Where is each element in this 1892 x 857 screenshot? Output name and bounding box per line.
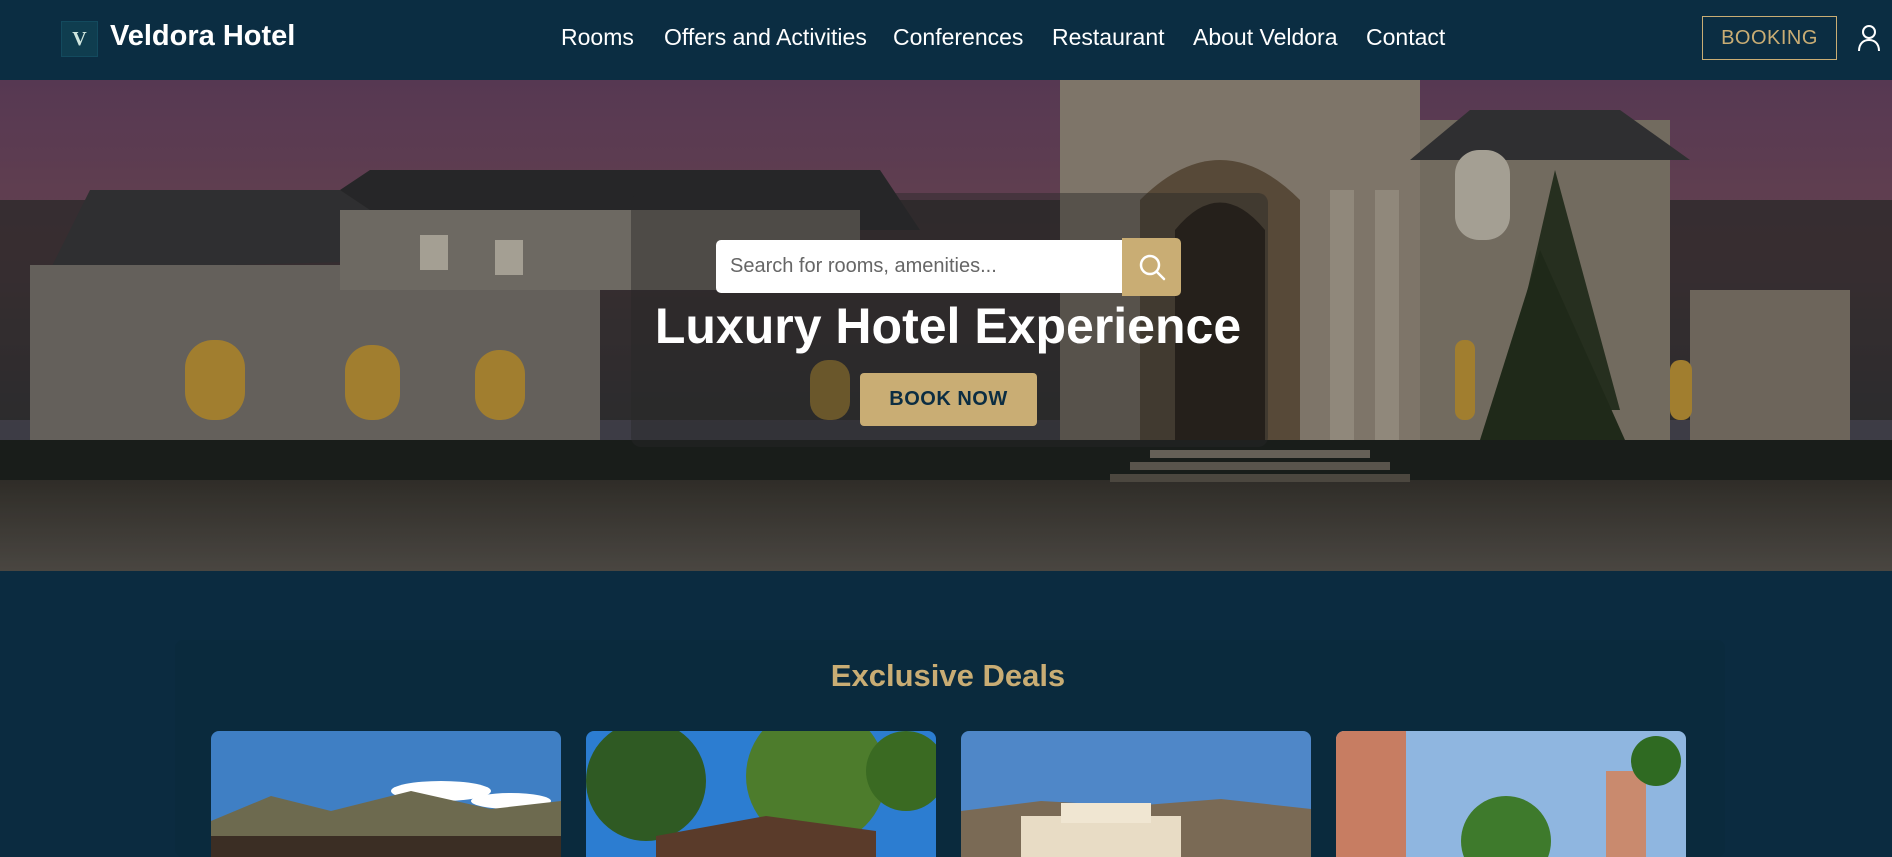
deal-card-3[interactable] [961, 731, 1311, 857]
search-icon [1139, 254, 1165, 281]
user-icon[interactable] [1857, 24, 1881, 52]
main-nav: Rooms Offers and Activities Conferences … [0, 24, 1892, 54]
site-header: V Veldora Hotel Rooms Offers and Activit… [0, 0, 1892, 80]
deal-image-mountains [211, 731, 561, 857]
nav-conferences[interactable]: Conferences [893, 24, 1023, 51]
book-now-button[interactable]: BOOK NOW [860, 373, 1037, 426]
nav-rooms[interactable]: Rooms [561, 24, 634, 51]
nav-offers-and-activities[interactable]: Offers and Activities [664, 24, 867, 51]
deals-title: Exclusive Deals [830, 658, 1066, 693]
search-button[interactable] [1122, 238, 1181, 296]
deal-image-tropical [586, 731, 936, 857]
nav-restaurant[interactable]: Restaurant [1052, 24, 1165, 51]
search-input[interactable] [716, 240, 1122, 293]
deal-card-2[interactable] [586, 731, 936, 857]
deal-card-1[interactable] [211, 731, 561, 857]
nav-about[interactable]: About Veldora [1193, 24, 1338, 51]
deal-image-resort [961, 731, 1311, 857]
deal-image-palm-resort [1336, 731, 1686, 857]
nav-contact[interactable]: Contact [1366, 24, 1445, 51]
deal-card-4[interactable] [1336, 731, 1686, 857]
booking-button[interactable]: BOOKING [1702, 16, 1837, 60]
hero-title: Luxury Hotel Experience [654, 298, 1242, 354]
